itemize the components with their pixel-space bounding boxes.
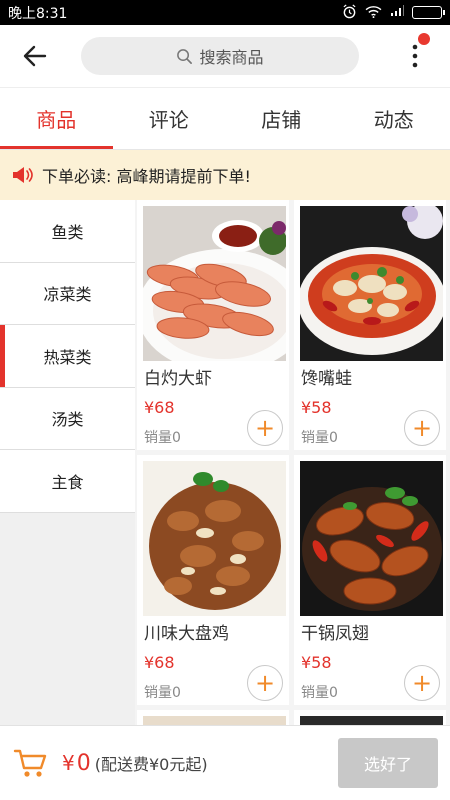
plus-icon: + (254, 669, 276, 697)
product-price: ¥68 (144, 398, 175, 417)
tab-updates[interactable]: 动态 (338, 88, 450, 149)
currency-symbol: ¥ (62, 750, 75, 775)
top-header: 搜索商品 (0, 25, 450, 87)
back-button[interactable] (0, 25, 70, 87)
product-price: ¥68 (144, 653, 175, 672)
category-cold-dishes[interactable]: 凉菜类 (0, 262, 135, 325)
alarm-icon (342, 3, 357, 22)
product-name: 白灼大虾 (144, 369, 212, 389)
category-sidebar: 鱼类 凉菜类 热菜类 汤类 主食 (0, 200, 135, 725)
category-fish[interactable]: 鱼类 (0, 200, 135, 263)
product-sales: 销量0 (301, 685, 338, 701)
notice-banner: 下单必读: 高峰期请提前下单! (0, 150, 450, 200)
checkout-bar: ¥ 0 (配送费¥0元起) 选好了 (0, 725, 450, 800)
status-icons (342, 3, 445, 22)
product-name: 馋嘴蛙 (301, 369, 352, 389)
product-card-partial[interactable] (294, 710, 446, 725)
battery-icon (412, 6, 445, 19)
order-total: ¥ 0 (配送费¥0元起) (62, 751, 208, 776)
plus-icon: + (254, 414, 276, 442)
add-to-cart-button[interactable]: + (404, 665, 440, 701)
product-image-chicken[interactable] (143, 461, 286, 616)
tab-store[interactable]: 店铺 (225, 88, 338, 149)
product-image-shrimp[interactable] (143, 206, 286, 361)
search-input[interactable]: 搜索商品 (81, 37, 359, 75)
product-image-partial (300, 716, 443, 725)
plus-icon: + (411, 669, 433, 697)
product-card[interactable]: 馋嘴蛙 ¥58 销量0 + (294, 200, 446, 450)
signal-icon (390, 5, 404, 20)
megaphone-icon (13, 167, 33, 183)
product-card[interactable]: 干锅凤翅 ¥58 销量0 + (294, 455, 446, 705)
more-vertical-icon (412, 44, 418, 68)
category-staple[interactable]: 主食 (0, 450, 135, 513)
wifi-icon (365, 5, 382, 21)
category-hot-dishes[interactable]: 热菜类 (0, 325, 135, 388)
add-to-cart-button[interactable]: + (247, 410, 283, 446)
total-amount: 0 (76, 750, 91, 776)
shopping-cart-icon (13, 749, 47, 777)
product-image-frog[interactable] (300, 206, 443, 361)
notification-dot (418, 33, 430, 45)
checkout-button[interactable]: 选好了 (338, 738, 438, 788)
product-name: 干锅凤翅 (301, 624, 369, 644)
product-card[interactable]: 白灼大虾 ¥68 销量0 + (137, 200, 289, 450)
product-card[interactable]: 川味大盘鸡 ¥68 销量0 + (137, 455, 289, 705)
notice-text: 下单必读: 高峰期请提前下单! (42, 167, 251, 186)
product-image-wings[interactable] (300, 461, 443, 616)
search-placeholder: 搜索商品 (199, 48, 264, 67)
tab-reviews[interactable]: 评论 (113, 88, 226, 149)
status-time: 晚上8:31 (8, 5, 68, 22)
search-icon (177, 48, 193, 64)
cart-button[interactable] (0, 726, 62, 800)
product-grid: 白灼大虾 ¥68 销量0 + 馋嘴蛙 ¥58 销量0 + 川味大盘鸡 ¥68 销… (135, 200, 450, 725)
product-name: 川味大盘鸡 (144, 624, 229, 644)
arrow-left-icon (23, 45, 47, 67)
product-sales: 销量0 (301, 430, 338, 446)
plus-icon: + (411, 414, 433, 442)
category-soup[interactable]: 汤类 (0, 387, 135, 450)
add-to-cart-button[interactable]: + (404, 410, 440, 446)
product-price: ¥58 (301, 653, 332, 672)
product-sales: 销量0 (144, 430, 181, 446)
delivery-fee-note: (配送费¥0元起) (94, 754, 208, 774)
tab-bar: 商品 评论 店铺 动态 (0, 87, 450, 150)
add-to-cart-button[interactable]: + (247, 665, 283, 701)
product-card-partial[interactable] (137, 710, 289, 725)
status-bar: 晚上8:31 (0, 0, 450, 25)
tab-products[interactable]: 商品 (0, 88, 113, 149)
product-sales: 销量0 (144, 685, 181, 701)
product-image-partial (143, 716, 286, 725)
product-price: ¥58 (301, 398, 332, 417)
